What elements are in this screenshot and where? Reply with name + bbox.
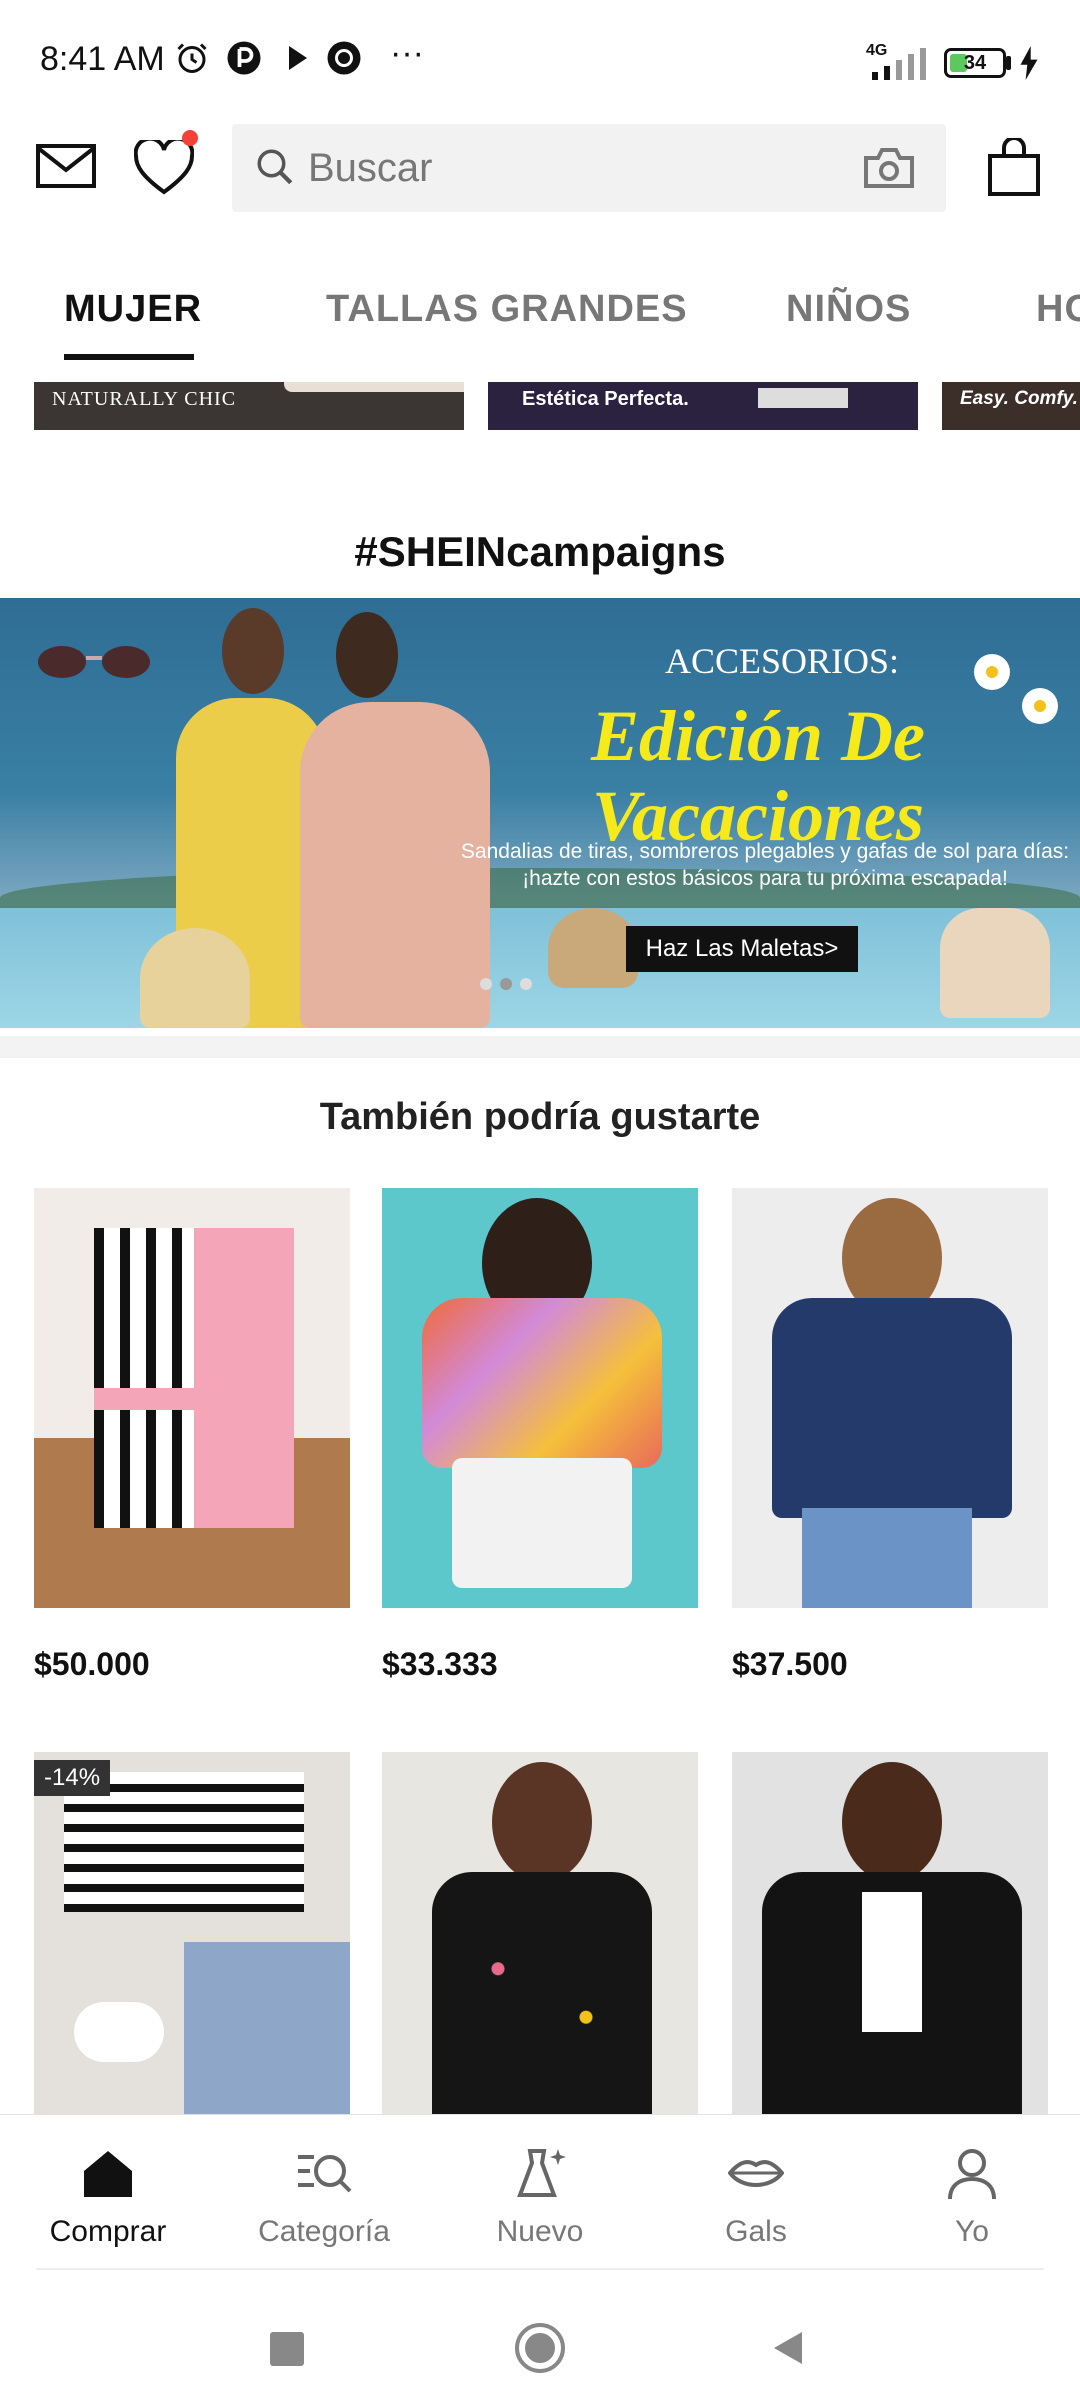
camera-search-icon[interactable]: [862, 146, 916, 190]
product-image-6[interactable]: [732, 1752, 1048, 2114]
mini-banner-1[interactable]: NATURALLY CHIC: [34, 382, 464, 430]
straw-bag: [140, 928, 250, 1028]
recent-apps-button[interactable]: [270, 2332, 304, 2366]
carousel-dot-1[interactable]: [480, 978, 492, 990]
mini-banner-3[interactable]: Easy. Comfy. I: [942, 382, 1080, 430]
pink-dress-half: [194, 1228, 294, 1528]
white-sneakers: [74, 2002, 164, 2062]
mini-banner-2-text: Estética Perfecta.: [522, 388, 689, 410]
battery-tip: [1006, 56, 1011, 70]
search-icon: [257, 149, 293, 185]
nav-comprar-label: Comprar: [49, 2215, 167, 2248]
home-button[interactable]: [514, 2322, 566, 2374]
play-store-icon: [289, 46, 307, 70]
nav-categoria[interactable]: Categoría: [216, 2115, 432, 2271]
discount-badge: -14%: [34, 1760, 111, 1796]
tie-dye-top: [422, 1298, 662, 1468]
product-image-1[interactable]: [34, 1188, 350, 1608]
nav-nuevo-label: Nuevo: [496, 2215, 584, 2248]
white-shorts: [452, 1458, 632, 1588]
system-navigation-bar: [0, 2270, 1080, 2400]
app-notification-icon: [227, 41, 261, 75]
shopping-bag-icon[interactable]: [986, 138, 1042, 198]
search-placeholder: Buscar: [308, 146, 433, 190]
section-divider: [0, 1036, 1080, 1058]
more-notifications-icon: ···: [390, 34, 424, 72]
nav-categoria-label: Categoría: [258, 2215, 390, 2248]
back-button[interactable]: [768, 2328, 808, 2368]
carousel-dot-2[interactable]: [500, 978, 512, 990]
nav-yo-label: Yo: [955, 2215, 989, 2248]
campaign-banner[interactable]: ACCESORIOS: Edición De Vacaciones Sandal…: [0, 598, 1080, 1028]
profile-icon: [948, 2149, 996, 2200]
nav-yo[interactable]: Yo: [864, 2115, 1080, 2271]
denim-shorts: [184, 1942, 350, 2114]
mini-banner-2[interactable]: Estética Perfecta.: [488, 382, 918, 430]
mini-banner-2-graphic: [758, 388, 848, 408]
banner-kicker: ACCESORIOS:: [664, 641, 900, 681]
battery-percent: 34: [963, 52, 987, 74]
model-hair: [842, 1762, 942, 1882]
white-inner-top: [862, 1892, 922, 2032]
search-input[interactable]: Buscar: [232, 124, 946, 212]
tab-tallas-grandes[interactable]: TALLAS GRANDES: [326, 288, 688, 331]
sandals: [940, 908, 1050, 1018]
product-price-1: $50.000: [34, 1646, 150, 1682]
mail-icon[interactable]: [36, 144, 96, 188]
status-bar: 8:41 AM ··· 4G 34: [0, 0, 1080, 120]
bottom-navigation: Comprar Categoría Nuevo Gals Yo: [0, 2114, 1080, 2271]
home-icon: [84, 2151, 132, 2197]
wishlist-notification-dot: [182, 130, 198, 146]
nav-gals-label: Gals: [725, 2215, 787, 2248]
model-2-head: [336, 612, 398, 698]
model-hair: [492, 1762, 592, 1882]
embroidered-mesh-dress: [432, 1872, 652, 2114]
category-search-icon: [298, 2155, 352, 2193]
basket-bag: [548, 908, 638, 988]
mini-banner-3-text: Easy. Comfy. I: [960, 388, 1080, 409]
campaigns-title: #SHEINcampaigns: [354, 528, 726, 575]
nav-comprar[interactable]: Comprar: [0, 2115, 216, 2271]
jeans: [802, 1508, 972, 1608]
sync-app-icon: [327, 41, 361, 75]
product-price-3: $37.500: [732, 1646, 848, 1682]
nav-gals[interactable]: Gals: [648, 2115, 864, 2271]
charging-icon: [1020, 46, 1038, 80]
product-image-2[interactable]: [382, 1188, 698, 1608]
carousel-dot-3[interactable]: [520, 978, 532, 990]
alarm-icon: [177, 43, 207, 73]
product-image-5[interactable]: [382, 1752, 698, 2114]
product-image-4[interactable]: [34, 1752, 350, 2114]
new-dress-icon: [517, 2149, 566, 2197]
tab-ninos[interactable]: NIÑOS: [786, 288, 911, 331]
dress-belt: [94, 1388, 294, 1410]
banner-headline: Edición De Vacaciones: [591, 696, 925, 856]
banner-cta-button[interactable]: Haz Las Maletas>: [626, 926, 858, 972]
product-image-3[interactable]: [732, 1188, 1048, 1608]
battery-icon: 34: [944, 48, 1006, 78]
lips-icon: [728, 2160, 784, 2187]
mini-banner-1-button: [284, 382, 464, 392]
tab-mujer[interactable]: MUJER: [64, 288, 202, 331]
product-price-2: $33.333: [382, 1646, 498, 1682]
recommendations-title: También podría gustarte: [319, 1096, 761, 1138]
nav-nuevo[interactable]: Nuevo: [432, 2115, 648, 2271]
navy-top: [772, 1298, 1012, 1518]
mini-banner-1-text: NATURALLY CHIC: [52, 388, 237, 410]
signal-icon: [872, 48, 926, 80]
model-1-head: [222, 608, 284, 694]
sunglasses-icon: [38, 646, 150, 678]
category-tabs: MUJER TALLAS GRANDES NIÑOS HO: [0, 270, 1080, 380]
active-tab-indicator: [64, 354, 194, 360]
banner-description: Sandalias de tiras, sombreros plegables …: [460, 840, 1070, 890]
wishlist-heart-icon[interactable]: [134, 140, 194, 196]
tab-hogar[interactable]: HO: [1036, 288, 1080, 331]
clock: 8:41 AM: [40, 40, 165, 78]
